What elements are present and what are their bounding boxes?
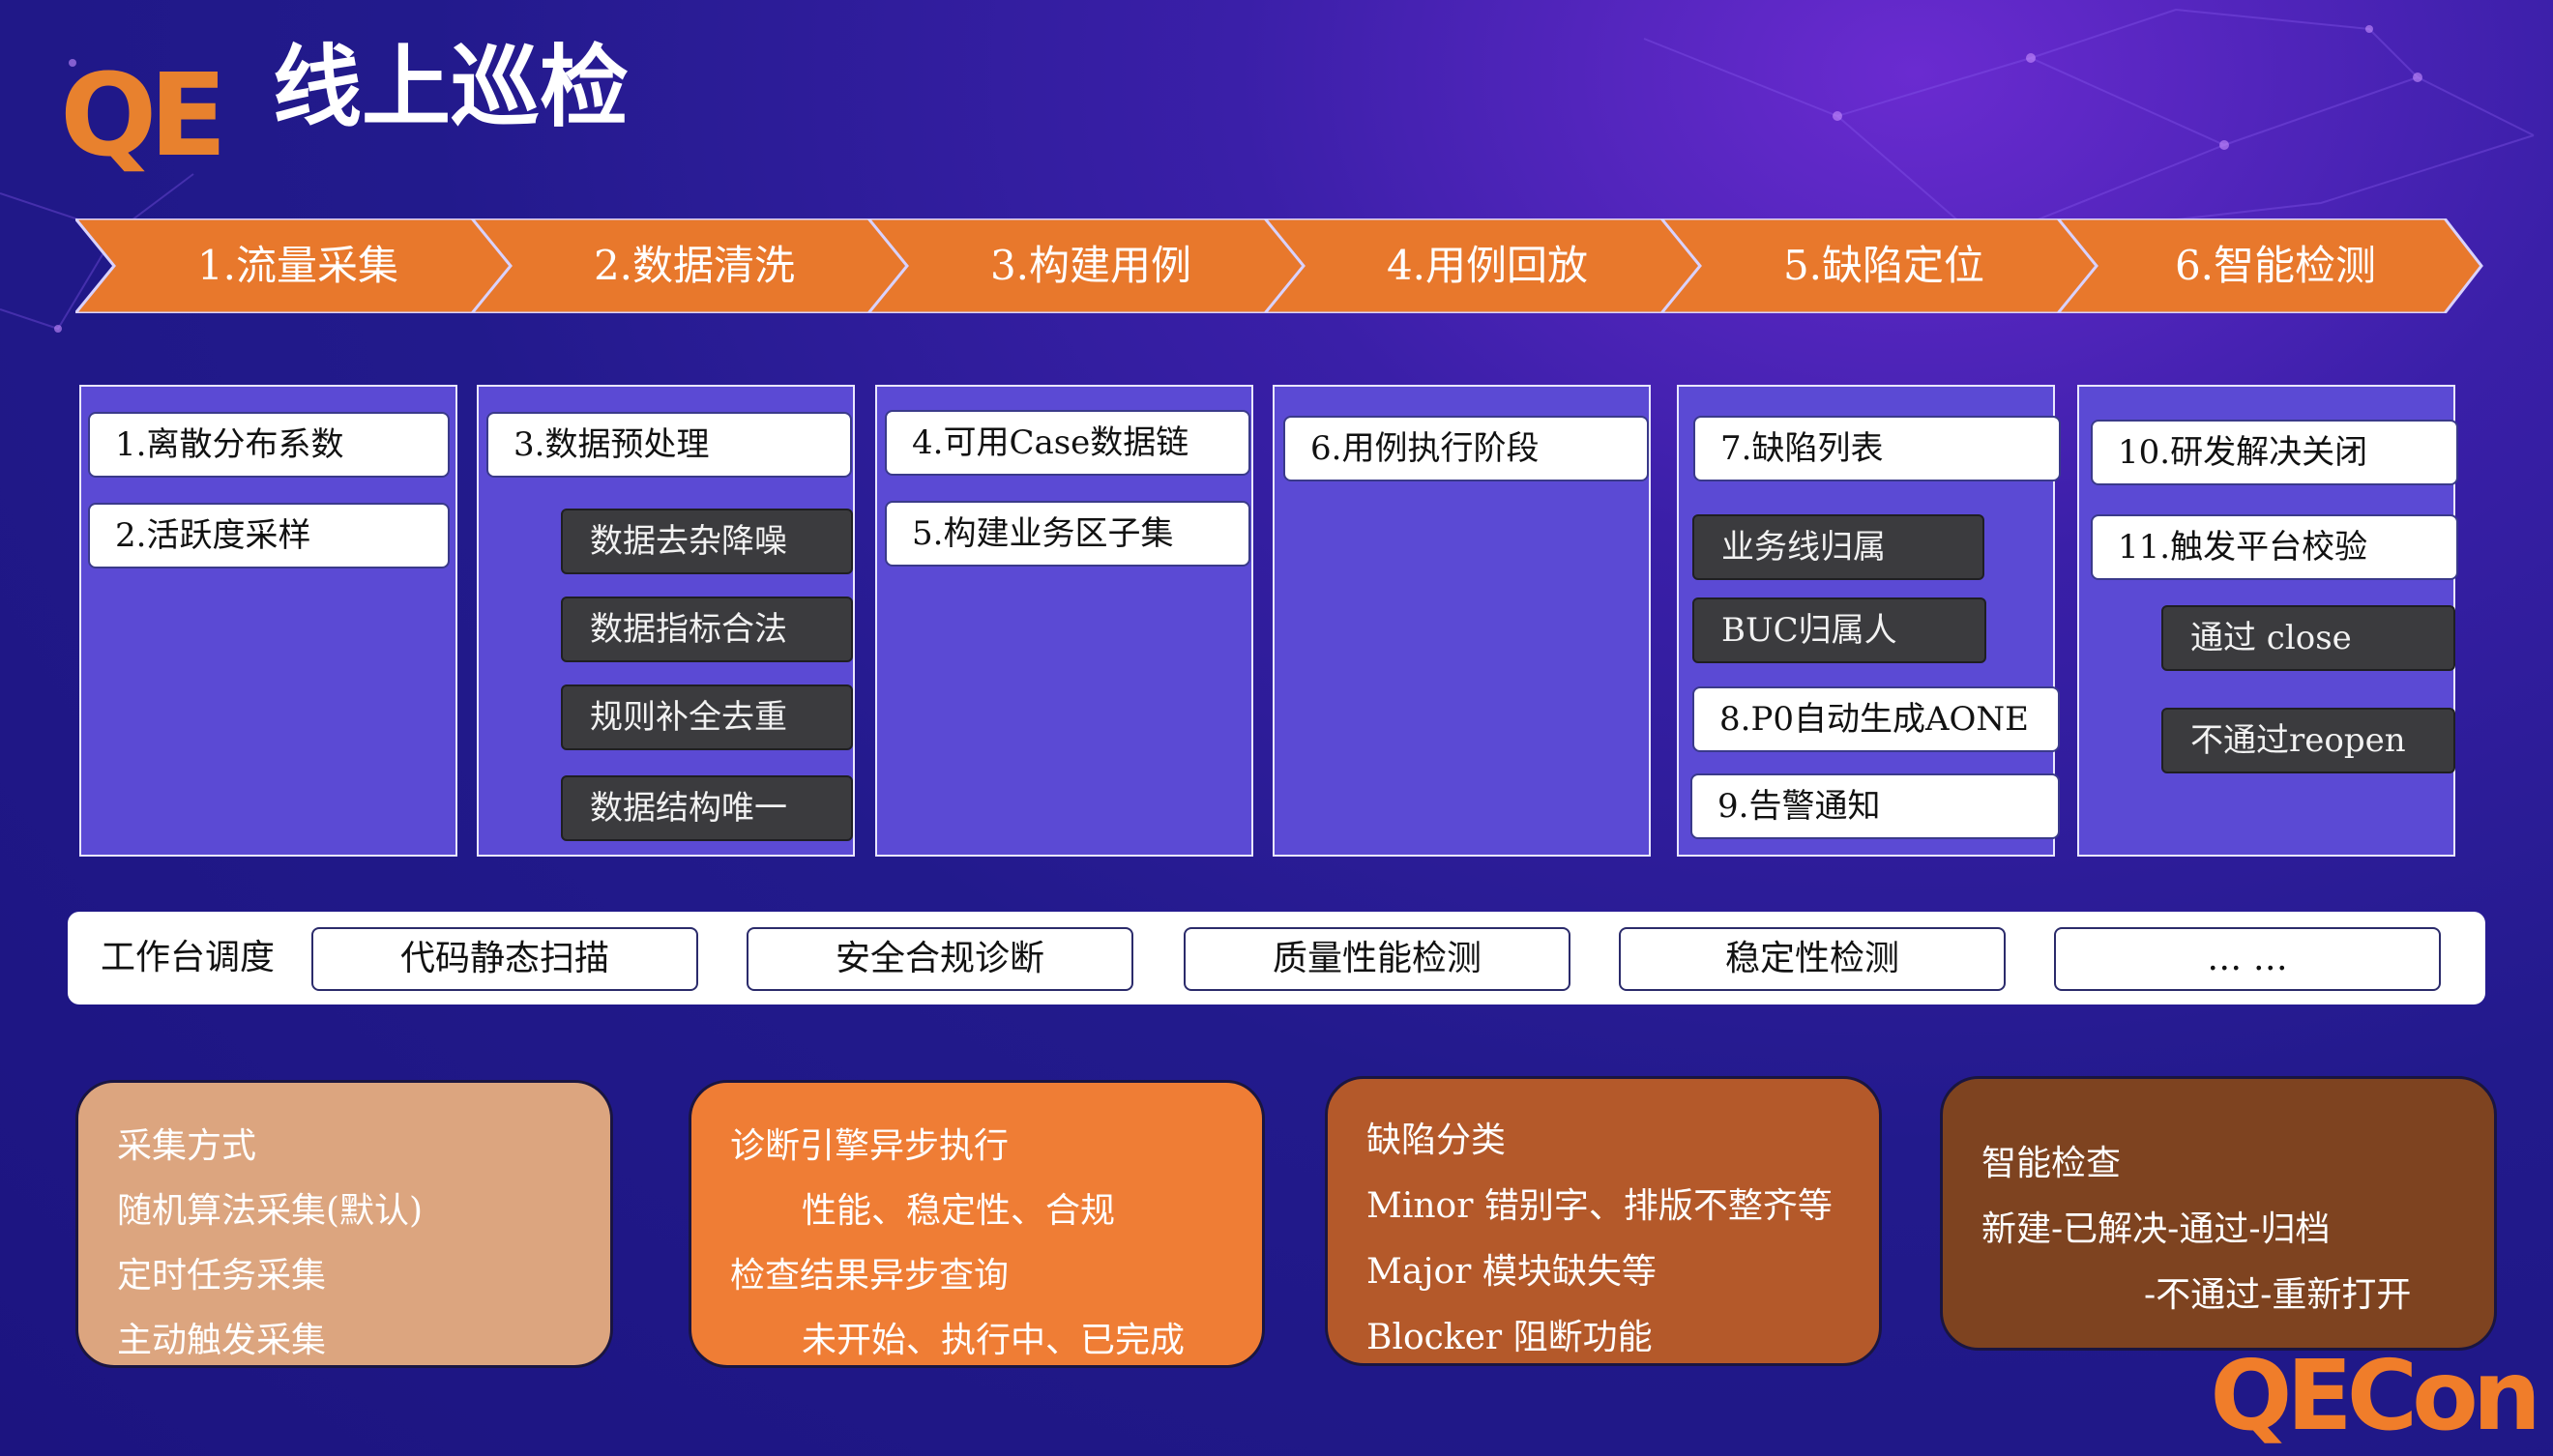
card1-line-1: 采集方式 bbox=[117, 1126, 257, 1166]
card1-line-4: 主动触发采集 bbox=[117, 1321, 327, 1360]
card2-line-3: 检查结果异步查询 bbox=[730, 1256, 1010, 1296]
quality-performance-button[interactable]: 质量性能检测 bbox=[1184, 927, 1570, 991]
card2-line-2: 性能、稳定性、合规 bbox=[802, 1191, 1116, 1231]
card-defect-classification: 缺陷分类 Minor 错别字、排版不整齐等 Major 模块缺失等 Blocke… bbox=[1325, 1076, 1882, 1366]
workbench-bar: 工作台调度 代码静态扫描 安全合规诊断 质量性能检测 稳定性检测 … … bbox=[68, 912, 2485, 1005]
page-title: 线上巡检 bbox=[273, 36, 630, 139]
item-fail-reopen: 不通过reopen bbox=[2161, 708, 2455, 773]
qecon-logo: QECon bbox=[2210, 1339, 2541, 1452]
card4-line-1: 智能检查 bbox=[1981, 1144, 2122, 1183]
item-p0-aone: 8.P0自动生成AONE bbox=[1692, 686, 2060, 752]
step-label-6: 6.智能检测 bbox=[2174, 242, 2377, 289]
item-case-execution: 6.用例执行阶段 bbox=[1283, 416, 1649, 481]
card3-line-4: Blocker 阻断功能 bbox=[1366, 1318, 1653, 1357]
item-buc-owner: BUC归属人 bbox=[1692, 597, 1986, 663]
column-data-cleaning: 3.数据预处理 数据去杂降噪 数据指标合法 规则补全去重 数据结构唯一 bbox=[477, 385, 855, 857]
item-business-line: 业务线归属 bbox=[1692, 514, 1984, 580]
column-build-cases: 4.可用Case数据链 5.构建业务区子集 bbox=[875, 385, 1253, 857]
card2-line-4: 未开始、执行中、已完成 bbox=[802, 1321, 1186, 1360]
card-smart-inspection: 智能检查 新建-已解决-通过-归档 -不通过-重新打开 bbox=[1940, 1076, 2497, 1351]
step-label-4: 4.用例回放 bbox=[1386, 242, 1589, 289]
card3-line-2: Minor 错别字、排版不整齐等 bbox=[1366, 1186, 1833, 1226]
column-case-replay: 6.用例执行阶段 bbox=[1273, 385, 1651, 857]
card4-line-3: -不通过-重新打开 bbox=[2144, 1275, 2412, 1315]
item-defect-list: 7.缺陷列表 bbox=[1693, 416, 2061, 481]
card3-line-1: 缺陷分类 bbox=[1366, 1121, 1507, 1160]
step-label-1: 1.流量采集 bbox=[196, 242, 399, 289]
card4-line-2: 新建-已解决-通过-归档 bbox=[1981, 1209, 2331, 1249]
item-activity-sampling: 2.活跃度采样 bbox=[88, 503, 450, 568]
card-diagnosis-engine: 诊断引擎异步执行 性能、稳定性、合规 检查结果异步查询 未开始、执行中、已完成 bbox=[689, 1080, 1265, 1368]
card1-line-3: 定时任务采集 bbox=[117, 1256, 327, 1296]
item-alert-notify: 9.告警通知 bbox=[1690, 773, 2060, 839]
item-dev-resolve: 10.研发解决关闭 bbox=[2091, 420, 2458, 485]
column-traffic-collection: 1.离散分布系数 2.活跃度采样 bbox=[79, 385, 457, 857]
stability-button[interactable]: 稳定性检测 bbox=[1619, 927, 2006, 991]
qe-logo: QE bbox=[60, 48, 227, 182]
column-defect-location: 7.缺陷列表 业务线归属 BUC归属人 8.P0自动生成AONE 9.告警通知 bbox=[1677, 385, 2061, 857]
item-metric-valid: 数据指标合法 bbox=[561, 597, 853, 662]
card3-line-3: Major 模块缺失等 bbox=[1366, 1252, 1657, 1292]
step-label-3: 3.构建用例 bbox=[989, 242, 1192, 289]
static-scan-button[interactable]: 代码静态扫描 bbox=[311, 927, 698, 991]
security-compliance-button[interactable]: 安全合规诊断 bbox=[747, 927, 1133, 991]
more-button[interactable]: … … bbox=[2054, 927, 2441, 991]
workbench-label: 工作台调度 bbox=[101, 938, 276, 977]
item-business-subset: 5.构建业务区子集 bbox=[885, 501, 1250, 567]
process-steps: 1.流量采集 2.数据清洗 3.构建用例 4.用例回放 5.缺陷定位 6.智能检… bbox=[75, 218, 2483, 313]
card2-line-1: 诊断引擎异步执行 bbox=[730, 1126, 1010, 1166]
step-label-5: 5.缺陷定位 bbox=[1782, 242, 1985, 289]
item-pass-close: 通过 close bbox=[2161, 605, 2455, 671]
card-collection-methods: 采集方式 随机算法采集(默认) 定时任务采集 主动触发采集 bbox=[75, 1080, 613, 1368]
step-label-2: 2.数据清洗 bbox=[593, 242, 796, 289]
item-unique-structure: 数据结构唯一 bbox=[561, 775, 853, 841]
item-data-preprocess: 3.数据预处理 bbox=[486, 412, 852, 478]
item-case-data-chain: 4.可用Case数据链 bbox=[885, 410, 1250, 476]
item-discrete-distribution: 1.离散分布系数 bbox=[88, 412, 450, 478]
item-denoise: 数据去杂降噪 bbox=[561, 509, 853, 574]
card1-line-2: 随机算法采集(默认) bbox=[117, 1191, 424, 1231]
item-platform-verify: 11.触发平台校验 bbox=[2091, 514, 2458, 580]
item-rule-dedupe: 规则补全去重 bbox=[561, 684, 853, 750]
column-smart-detection: 10.研发解决关闭 11.触发平台校验 通过 close 不通过reopen bbox=[2077, 385, 2458, 857]
